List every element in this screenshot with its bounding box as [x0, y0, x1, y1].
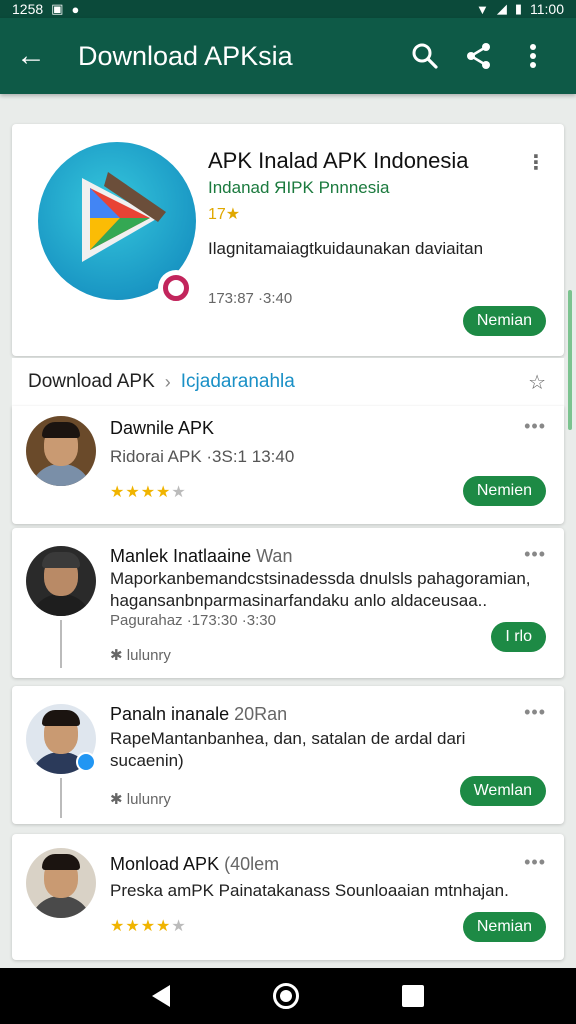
list-item[interactable]: Manlek Inatlaaine Wan Maporkanbemandcsts…: [12, 528, 564, 678]
page-title: Download APKsia: [78, 40, 293, 71]
wifi-icon: ▼: [475, 1, 489, 17]
app-rating: 17★: [208, 206, 241, 223]
item-action-button[interactable]: Wemlan: [459, 776, 546, 806]
battery-icon: ▮: [514, 1, 522, 16]
item-text: Maporkanbemandcstsinadessda dnulsls paha…: [110, 569, 531, 610]
app-header-card: APK Inalad APK Indonesia Indanad ЯIPK Pn…: [12, 124, 564, 356]
breadcrumb-download-apk[interactable]: Download APK: [28, 371, 155, 393]
item-text: Preska amPK Painatakanass Sounloaaian mt…: [110, 881, 509, 900]
app-description: Ilagnitamaiagtkuidaunakan daviaitan: [208, 239, 484, 258]
item-text: Ridorai APK ·3S:1 13:40: [110, 447, 295, 466]
status-bar: 1258 ▣ ● ▼ ◢ ▮ 11:00: [0, 0, 576, 18]
list-item[interactable]: Monload APK (40lem Preska amPK Painataka…: [12, 834, 564, 960]
item-name: Monload APK (40lem: [110, 854, 280, 874]
item-action-button[interactable]: Nemien: [462, 476, 546, 506]
gallery-icon: ▣: [51, 1, 64, 16]
thread-line: [60, 620, 62, 668]
back-arrow-icon[interactable]: ←: [16, 39, 56, 73]
avatar: [26, 416, 96, 486]
item-meta: Pagurahaz ·173:30 ·3:30: [110, 612, 276, 629]
app-bar: ← Download APKsia: [0, 18, 576, 94]
chevron-right-icon: ›: [164, 371, 171, 392]
system-nav-bar: [0, 968, 576, 1024]
status-time-left: 1258: [12, 1, 44, 17]
signal-icon: ◢: [496, 1, 507, 16]
app-meta: 173:87 ·3:40: [208, 290, 293, 307]
section-breadcrumb: Download APK › Icjadaranahla ☆: [12, 358, 564, 406]
item-name: Panaln inanale 20Ran: [110, 704, 288, 724]
notification-icon: ●: [71, 1, 80, 17]
item-action-button[interactable]: I rlo: [491, 622, 546, 652]
app-badge-icon: [158, 270, 194, 306]
app-install-button[interactable]: Nemian: [462, 306, 546, 336]
nav-recent-apps-icon[interactable]: [402, 985, 425, 1007]
app-developer-link[interactable]: Indanad ЯIPK Pnnnesia: [208, 178, 389, 198]
item-footer: ✱ lulunry: [110, 647, 171, 664]
list-item[interactable]: Dawnile APK Ridorai APK ·3S:1 13:40 ★★★★…: [12, 406, 564, 524]
nav-home-icon[interactable]: [272, 983, 299, 1009]
app-title: APK Inalad APK Indonesia: [208, 148, 469, 173]
nav-back-icon[interactable]: [151, 985, 170, 1007]
more-dots-icon[interactable]: •••: [524, 544, 546, 565]
card-menu-icon[interactable]: ⋮: [526, 150, 546, 175]
item-text: RapeMantanbanhea, dan, satalan de ardal …: [110, 729, 466, 770]
breadcrumb-link[interactable]: Icjadaranahla: [181, 371, 295, 393]
more-dots-icon[interactable]: •••: [524, 852, 546, 873]
avatar: [26, 546, 96, 616]
overflow-menu-icon[interactable]: [506, 43, 560, 69]
share-icon[interactable]: [452, 42, 506, 70]
item-name: Manlek Inatlaaine Wan: [110, 546, 293, 566]
list-item[interactable]: Panaln inanale 20Ran RapeMantanbanhea, d…: [12, 686, 564, 824]
item-name: Dawnile APK: [110, 418, 215, 438]
thread-line: [60, 778, 62, 818]
more-dots-icon[interactable]: •••: [524, 702, 546, 723]
scrollbar[interactable]: [568, 290, 572, 430]
star-rating: ★★★★★: [110, 484, 187, 501]
star-rating: ★★★★★: [110, 918, 187, 935]
star-outline-icon[interactable]: ☆: [528, 370, 546, 395]
search-icon[interactable]: [398, 43, 452, 69]
more-dots-icon[interactable]: •••: [524, 416, 546, 437]
item-footer: ✱ lulunry: [110, 791, 171, 808]
status-time-right: 11:00: [530, 1, 564, 17]
avatar: [26, 848, 96, 918]
item-action-button[interactable]: Nemian: [462, 912, 546, 942]
verified-badge-icon: [76, 752, 96, 772]
